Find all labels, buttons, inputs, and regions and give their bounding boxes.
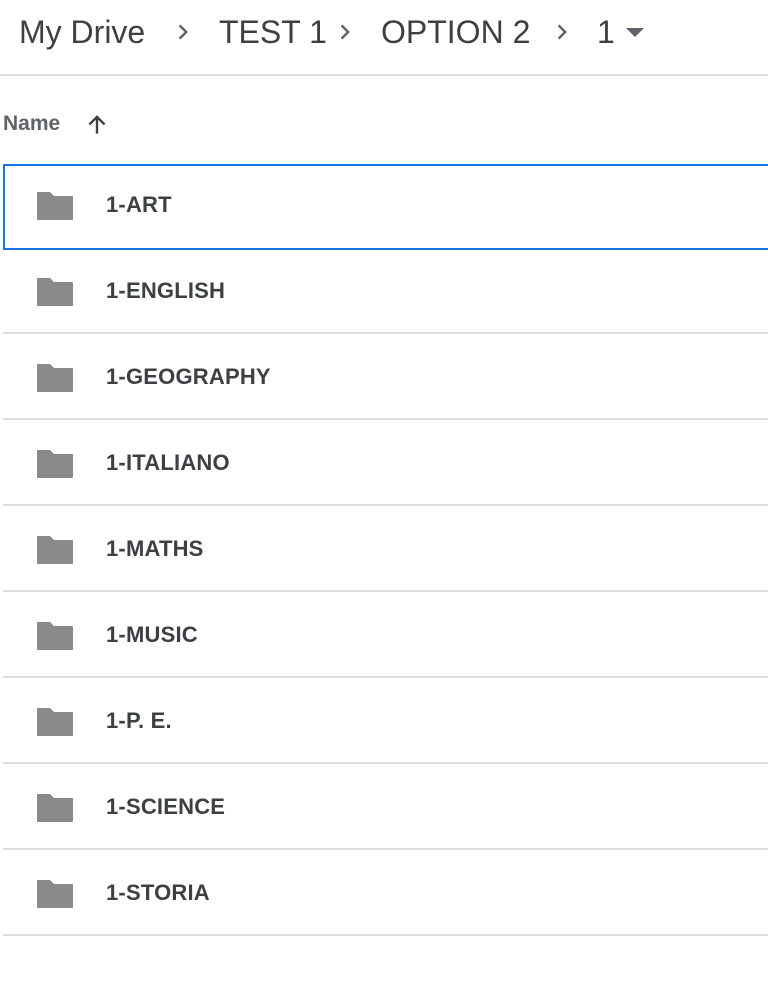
breadcrumb-test-1[interactable]: TEST 1 — [219, 12, 327, 52]
chevron-right-icon — [340, 24, 350, 40]
folder-name: 1-ITALIANO — [106, 450, 230, 475]
folder-row[interactable]: 1-ENGLISH — [3, 250, 768, 334]
folder-row[interactable]: 1-GEOGRAPHY — [3, 336, 768, 420]
folder-name: 1-ART — [106, 192, 172, 217]
folder-name: 1-P. E. — [106, 708, 172, 733]
folder-icon — [37, 880, 73, 908]
folder-row[interactable]: 1-SCIENCE — [3, 766, 768, 850]
folder-icon — [37, 278, 73, 306]
folder-row[interactable]: 1-MATHS — [3, 508, 768, 592]
folder-icon — [37, 622, 73, 650]
folder-icon — [37, 794, 73, 822]
breadcrumb-option-2[interactable]: OPTION 2 — [381, 12, 530, 52]
list-header: Name — [0, 76, 768, 162]
breadcrumb: My Drive TEST 1 OPTION 2 1 — [0, 0, 768, 76]
folder-row[interactable]: 1-STORIA — [3, 852, 768, 936]
folder-icon — [37, 364, 73, 392]
folder-icon — [37, 192, 73, 220]
folder-name: 1-ENGLISH — [106, 278, 226, 303]
folder-row[interactable]: 1-P. E. — [3, 680, 768, 764]
column-header-name[interactable]: Name — [3, 112, 60, 136]
folder-icon — [37, 450, 73, 478]
folder-name: 1-MATHS — [106, 536, 204, 561]
caret-down-icon[interactable] — [626, 28, 644, 38]
folder-name: 1-STORIA — [106, 880, 210, 905]
arrow-up-sort-icon[interactable] — [84, 112, 110, 138]
folder-row[interactable]: 1-MUSIC — [3, 594, 768, 678]
chevron-right-icon — [178, 24, 188, 40]
folder-row[interactable]: 1-ITALIANO — [3, 422, 768, 506]
folder-icon — [37, 708, 73, 736]
folder-row[interactable]: 1-ART — [3, 164, 768, 250]
folder-icon — [37, 536, 73, 564]
folder-name: 1-SCIENCE — [106, 794, 226, 819]
breadcrumb-my-drive[interactable]: My Drive — [19, 12, 145, 52]
folder-name: 1-GEOGRAPHY — [106, 364, 271, 389]
breadcrumb-current-folder[interactable]: 1 — [597, 12, 615, 52]
folder-name: 1-MUSIC — [106, 622, 198, 647]
chevron-right-icon — [557, 24, 567, 40]
